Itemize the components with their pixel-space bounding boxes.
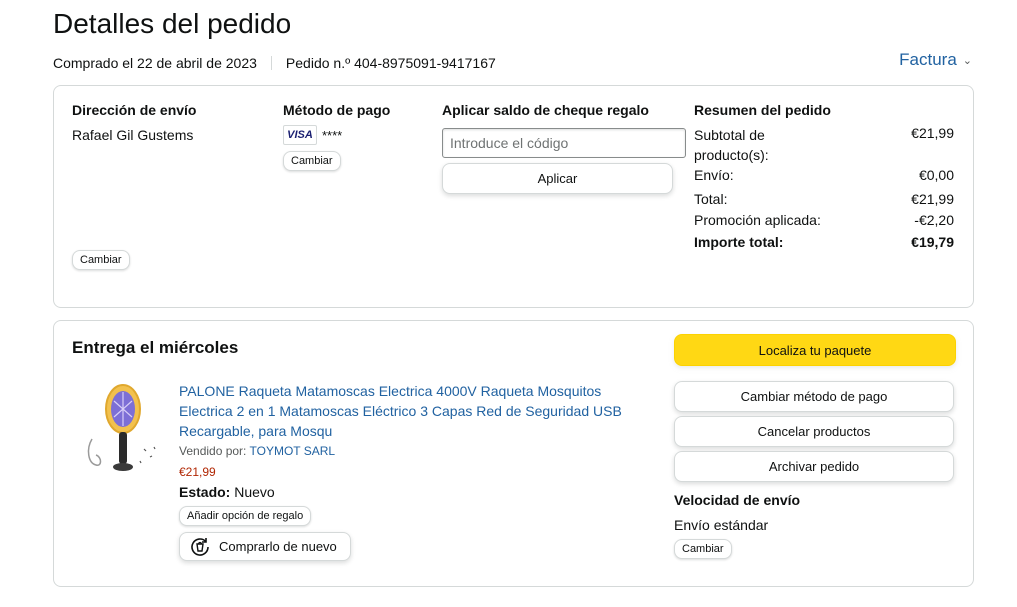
gift-code-input[interactable]: Introduce el código xyxy=(442,128,686,158)
summary-value: €21,99 xyxy=(911,191,954,207)
shipping-speed-heading: Velocidad de envío xyxy=(674,492,801,508)
meta-divider xyxy=(270,56,272,70)
invoice-label: Factura xyxy=(899,50,957,69)
grand-total-row: Importe total: €19,79 xyxy=(694,234,954,256)
purchase-date: Comprado el 22 de abril de 2023 xyxy=(53,55,257,71)
summary-row: Subtotal de producto(s): €21,99 xyxy=(694,125,954,167)
order-meta: Comprado el 22 de abril de 2023 Pedido n… xyxy=(53,55,496,71)
visa-card-icon: VISA xyxy=(283,125,317,145)
buy-again-label: Comprarlo de nuevo xyxy=(219,539,337,554)
page-title: Detalles del pedido xyxy=(53,8,292,39)
sold-by-label: Vendido por: xyxy=(179,444,247,458)
summary-label: Promoción aplicada: xyxy=(694,212,821,228)
gift-option-button[interactable]: Añadir opción de regalo xyxy=(179,506,312,526)
product-condition: Estado: Nuevo xyxy=(179,484,275,500)
apply-gift-button[interactable]: Aplicar xyxy=(442,163,673,194)
gift-heading: Aplicar saldo de cheque regalo xyxy=(442,102,649,118)
summary-label: Envío: xyxy=(694,167,734,183)
payment-heading: Método de pago xyxy=(283,102,391,118)
condition-value: Nuevo xyxy=(234,484,275,500)
racket-illustration xyxy=(87,384,156,471)
summary-value: -€2,20 xyxy=(914,212,954,228)
summary-label: Total: xyxy=(694,191,728,207)
archive-order-button[interactable]: Archivar pedido xyxy=(674,451,954,482)
grand-total-label: Importe total: xyxy=(694,234,784,250)
summary-label: Subtotal de producto(s): xyxy=(694,127,769,163)
cancel-items-button[interactable]: Cancelar productos xyxy=(674,416,954,447)
change-speed-button[interactable]: Cambiar xyxy=(674,539,732,559)
buy-again-button[interactable]: Comprarlo de nuevo xyxy=(179,532,351,561)
condition-label: Estado: xyxy=(179,484,231,500)
grand-total-value: €19,79 xyxy=(911,234,954,250)
buy-again-icon xyxy=(191,537,209,556)
change-address-button[interactable]: Cambiar xyxy=(72,250,130,270)
summary-table: Subtotal de producto(s): €21,99 Envío: €… xyxy=(694,125,954,256)
shipping-heading: Dirección de envío xyxy=(72,102,197,118)
summary-heading: Resumen del pedido xyxy=(694,102,831,118)
track-package-button[interactable]: Localiza tu paquete xyxy=(674,334,956,366)
product-title-link[interactable]: PALONE Raqueta Matamoscas Electrica 4000… xyxy=(179,381,629,441)
payment-card: VISA **** xyxy=(283,125,342,145)
summary-row: Envío: €0,00 xyxy=(694,167,954,190)
seller-link[interactable]: TOYMOT SARL xyxy=(250,444,336,458)
product-price: €21,99 xyxy=(179,465,216,479)
shipping-name: Rafael Gil Gustems xyxy=(72,127,194,143)
chevron-down-icon: ⌄ xyxy=(962,54,972,67)
product-image[interactable] xyxy=(82,379,164,475)
summary-value: €0,00 xyxy=(918,167,954,183)
order-info-card: Dirección de envío Rafael Gil Gustems Ca… xyxy=(53,85,974,308)
change-payment-button[interactable]: Cambiar xyxy=(283,151,341,171)
summary-row: Total: €21,99 xyxy=(694,191,954,212)
summary-row: Promoción aplicada: -€2,20 xyxy=(694,212,954,234)
summary-value: €21,99 xyxy=(911,125,954,141)
card-mask: **** xyxy=(322,127,343,143)
invoice-dropdown[interactable]: Factura ⌄ xyxy=(899,50,972,70)
order-number: Pedido n.º 404-8975091-9417167 xyxy=(285,55,496,71)
change-payment-method-button[interactable]: Cambiar método de pago xyxy=(674,381,954,412)
sold-by: Vendido por: TOYMOT SARL xyxy=(179,444,335,458)
delivery-card: Entrega el miércoles PALONE Raqueta Mata… xyxy=(53,320,974,587)
shipping-speed-value: Envío estándar xyxy=(674,517,769,533)
delivery-heading: Entrega el miércoles xyxy=(72,338,239,357)
